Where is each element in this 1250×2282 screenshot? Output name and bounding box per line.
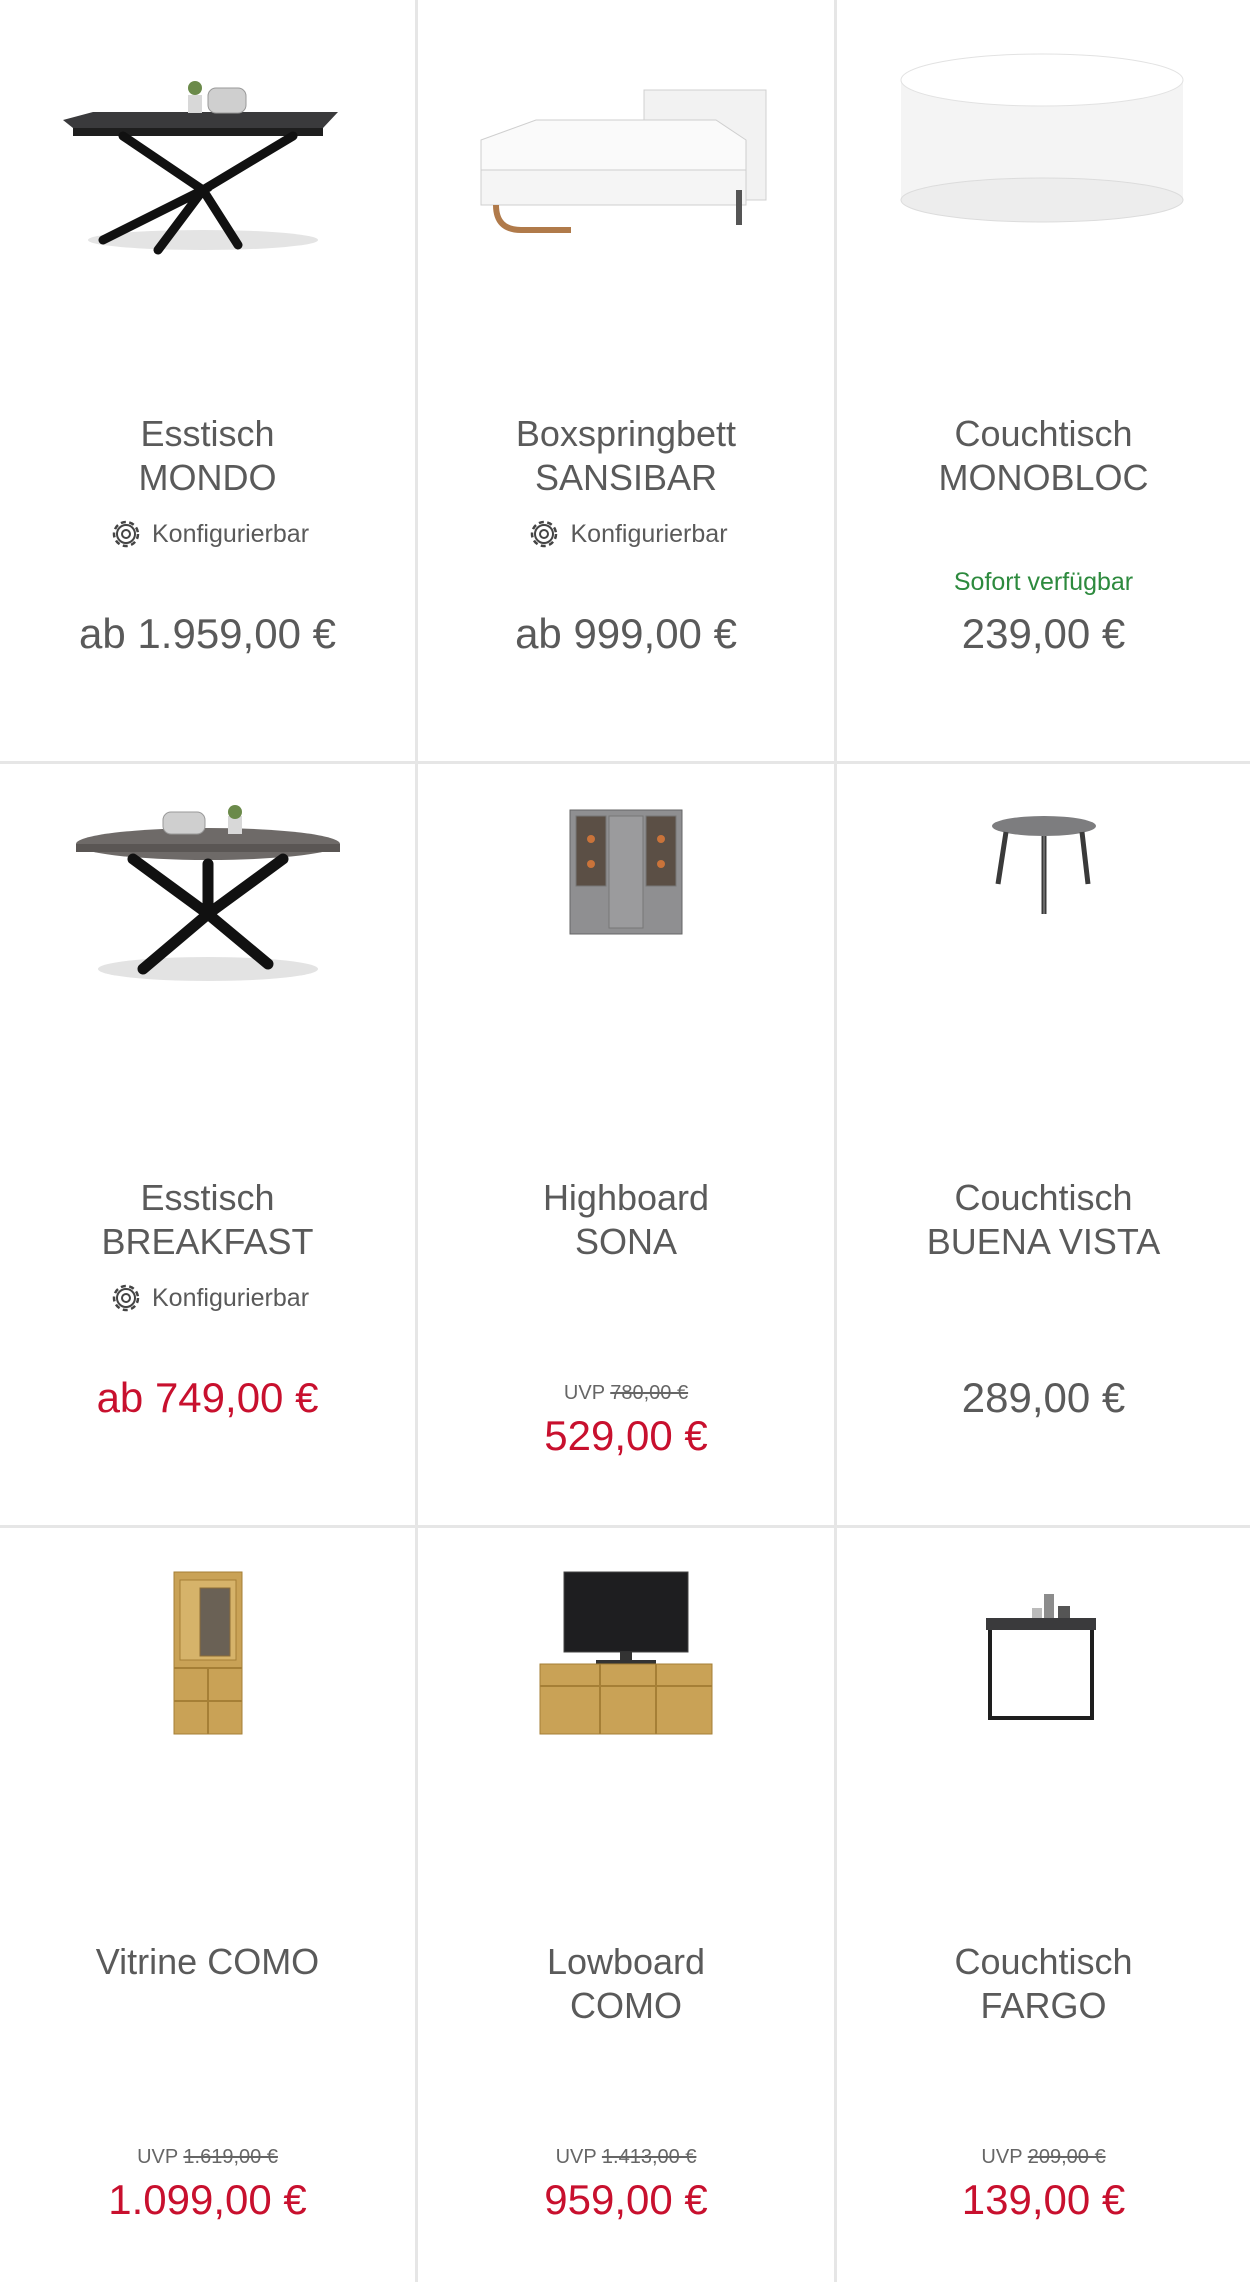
product-tile[interactable]: Boxspringbett SANSIBAR Konfigurierbar ab… [418,0,837,764]
product-title[interactable]: Couchtisch FARGO [847,1940,1240,2028]
product-tile[interactable]: Lowboard COMO UVP 1.413,00 € 959,00 € [418,1528,837,2282]
configurable-badge: Konfigurierbar [0,514,415,554]
product-title[interactable]: Boxspringbett SANSIBAR [428,412,824,500]
product-tile[interactable]: Vitrine COMO UVP 1.619,00 € 1.099,00 € [0,1528,418,2282]
product-price: 289,00 € [961,1374,1126,1421]
product-image-esstisch-mondo[interactable] [0,40,415,330]
product-title[interactable]: Esstisch MONDO [10,412,405,500]
product-tile[interactable]: Esstisch MONDO Konfigurierbar ab 1.959,0… [0,0,418,764]
product-image-couchtisch-buena-vista[interactable] [837,804,1250,1094]
product-title[interactable]: Lowboard COMO [428,1940,824,2028]
product-tile[interactable]: Highboard SONA UVP 780,00 € 529,00 € [418,764,837,1528]
product-price: ab 1.959,00 € [79,610,336,657]
product-image-couchtisch-monobloc[interactable] [837,40,1250,330]
product-image-lowboard-como[interactable] [418,1568,834,1858]
uvp-price: UVP 209,00 € [981,2146,1106,2168]
product-grid: Esstisch MONDO Konfigurierbar ab 1.959,0… [0,0,1250,2282]
gear-icon [112,520,140,548]
product-price: ab 999,00 € [515,610,737,657]
product-title[interactable]: Couchtisch MONOBLOC [847,412,1240,500]
availability-label: Sofort verfügbar [953,568,1134,596]
product-tile[interactable]: Esstisch BREAKFAST Konfigurierbar ab 749… [0,764,418,1528]
product-image-vitrine-como[interactable] [0,1568,415,1858]
gear-icon [531,520,558,548]
configurable-badge: Konfigurierbar [0,1278,415,1318]
product-title[interactable]: Vitrine COMO [10,1940,405,1984]
product-price: 959,00 € [544,2176,708,2223]
product-tile[interactable]: Couchtisch FARGO UVP 209,00 € 139,00 € [837,1528,1250,2282]
product-tile[interactable]: Couchtisch MONOBLOC Sofort verfügbar 239… [837,0,1250,764]
product-price: 239,00 € [961,610,1126,657]
uvp-price: UVP 780,00 € [563,1382,689,1404]
product-price: 139,00 € [961,2176,1126,2223]
product-image-couchtisch-fargo[interactable] [837,1568,1250,1858]
product-title[interactable]: Esstisch BREAKFAST [10,1176,405,1264]
product-title[interactable]: Highboard SONA [428,1176,824,1264]
product-price: 1.099,00 € [108,2176,307,2223]
product-price: ab 749,00 € [96,1374,319,1421]
product-tile[interactable]: Couchtisch BUENA VISTA 289,00 € [837,764,1250,1528]
configurable-badge: Konfigurierbar [418,514,834,554]
gear-icon [112,1284,140,1312]
product-image-highboard-sona[interactable] [418,804,834,1094]
uvp-price: UVP 1.413,00 € [555,2146,697,2168]
uvp-price: UVP 1.619,00 € [137,2146,278,2168]
product-title[interactable]: Couchtisch BUENA VISTA [847,1176,1240,1264]
product-image-esstisch-breakfast[interactable] [0,804,415,1094]
product-price: 529,00 € [544,1412,708,1459]
product-image-boxspringbett-sansibar[interactable] [418,40,834,330]
